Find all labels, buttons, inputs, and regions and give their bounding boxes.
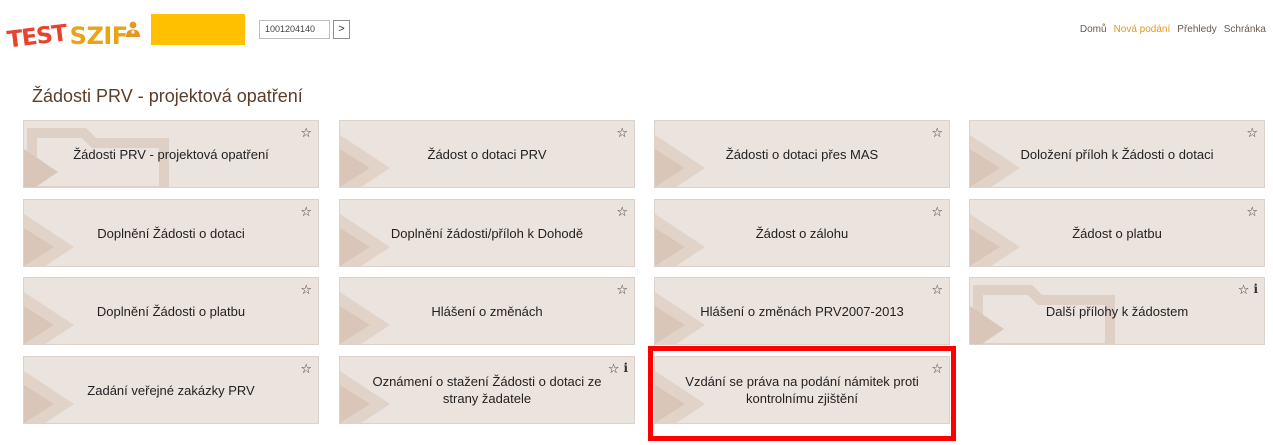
tile-actions: ☆: [300, 204, 312, 220]
star-outline-icon[interactable]: ☆: [1246, 125, 1258, 141]
tile[interactable]: Hlášení o změnách ☆: [339, 277, 635, 345]
tile-label: Doplnění Žádosti o platbu: [96, 303, 246, 319]
star-outline-icon[interactable]: ☆: [616, 282, 628, 298]
tile-label: Žádosti PRV - projektová opatření: [73, 146, 269, 162]
tile-actions: ☆: [616, 125, 628, 141]
tile[interactable]: Další přílohy k žádostem ☆ i: [969, 277, 1265, 345]
tile[interactable]: Doplnění žádosti/příloh k Dohodě ☆: [339, 199, 635, 267]
tile-actions: ☆: [1246, 125, 1258, 141]
tile[interactable]: Žádosti o dotaci přes MAS ☆: [654, 120, 950, 188]
tile-actions: ☆: [931, 204, 943, 220]
info-icon[interactable]: i: [623, 361, 628, 377]
app-header: TEST SZIF 1001204140 > Domů Nová podání …: [0, 0, 1273, 62]
star-outline-icon[interactable]: ☆: [1246, 204, 1258, 220]
star-outline-icon[interactable]: ☆: [931, 282, 943, 298]
tile-actions: ☆: [931, 282, 943, 298]
star-outline-icon[interactable]: ☆: [608, 361, 620, 377]
star-outline-icon[interactable]: ☆: [300, 204, 312, 220]
user-name-box[interactable]: [151, 14, 245, 45]
tile-label: Zadání veřejné zakázky PRV: [87, 382, 255, 398]
tile[interactable]: Žádost o dotaci PRV ☆: [339, 120, 635, 188]
star-outline-icon[interactable]: ☆: [616, 125, 628, 141]
tile[interactable]: Žádost o platbu ☆: [969, 199, 1265, 267]
tile-label: Oznámení o stažení Žádosti o dotaci ze s…: [372, 374, 602, 406]
tile[interactable]: Žádosti PRV - projektová opatření ☆: [23, 120, 319, 188]
tile-label: Žádost o dotaci PRV: [427, 146, 547, 162]
tile[interactable]: Zadání veřejné zakázky PRV ☆: [23, 356, 319, 424]
tile-actions: ☆ i: [608, 361, 628, 377]
tile[interactable]: Žádost o zálohu ☆: [654, 199, 950, 267]
tile-actions: ☆: [300, 282, 312, 298]
tile-actions: ☆: [300, 361, 312, 377]
tile-label: Doložení příloh k Žádosti o dotaci: [1020, 146, 1214, 162]
nav-home[interactable]: Domů: [1080, 24, 1107, 35]
tile-actions: ☆: [1246, 204, 1258, 220]
star-outline-icon[interactable]: ☆: [300, 361, 312, 377]
nav-new-submissions[interactable]: Nová podání: [1114, 24, 1171, 35]
tile-label: Doplnění žádosti/příloh k Dohodě: [390, 225, 584, 241]
tile-actions: ☆: [616, 204, 628, 220]
star-outline-icon[interactable]: ☆: [1238, 282, 1250, 298]
tile-label: Žádost o platbu: [1072, 225, 1162, 241]
tile-actions: ☆ i: [1238, 282, 1258, 298]
client-id-field[interactable]: 1001204140: [259, 20, 330, 39]
tile[interactable]: Oznámení o stažení Žádosti o dotaci ze s…: [339, 356, 635, 424]
star-outline-icon[interactable]: ☆: [931, 204, 943, 220]
szif-logo[interactable]: TEST SZIF: [5, 14, 129, 54]
nav-overviews[interactable]: Přehledy: [1177, 24, 1216, 35]
star-outline-icon[interactable]: ☆: [931, 125, 943, 141]
client-id-go-button[interactable]: >: [333, 20, 350, 39]
tile-label: Hlášení o změnách: [431, 303, 543, 319]
star-outline-icon[interactable]: ☆: [300, 125, 312, 141]
tile[interactable]: Doplnění Žádosti o dotaci ☆: [23, 199, 319, 267]
tile-actions: ☆: [931, 125, 943, 141]
tile-label: Žádosti o dotaci přes MAS: [725, 146, 879, 162]
tile[interactable]: Doplnění Žádosti o platbu ☆: [23, 277, 319, 345]
user-icon[interactable]: [124, 20, 142, 38]
tile-label: Doplnění Žádosti o dotaci: [97, 225, 245, 241]
nav-inbox[interactable]: Schránka: [1224, 24, 1266, 35]
tile-label: Hlášení o změnách PRV2007-2013: [700, 303, 904, 319]
info-icon[interactable]: i: [1253, 282, 1258, 298]
top-navigation: Domů Nová podání Přehledy Schránka: [1080, 24, 1266, 35]
highlight-frame: [648, 346, 956, 441]
page-title: Žádosti PRV - projektová opatření: [32, 86, 303, 106]
star-outline-icon[interactable]: ☆: [616, 204, 628, 220]
tile-actions: ☆: [616, 282, 628, 298]
star-outline-icon[interactable]: ☆: [300, 282, 312, 298]
test-environment-mark: TEST: [5, 20, 69, 54]
tile[interactable]: Doložení příloh k Žádosti o dotaci ☆: [969, 120, 1265, 188]
tile-label: Žádost o zálohu: [755, 225, 849, 241]
tile-label: Další přílohy k žádostem: [1045, 303, 1189, 319]
logo-brand: SZIF: [69, 22, 129, 50]
tile-actions: ☆: [300, 125, 312, 141]
tile[interactable]: Hlášení o změnách PRV2007-2013 ☆: [654, 277, 950, 345]
